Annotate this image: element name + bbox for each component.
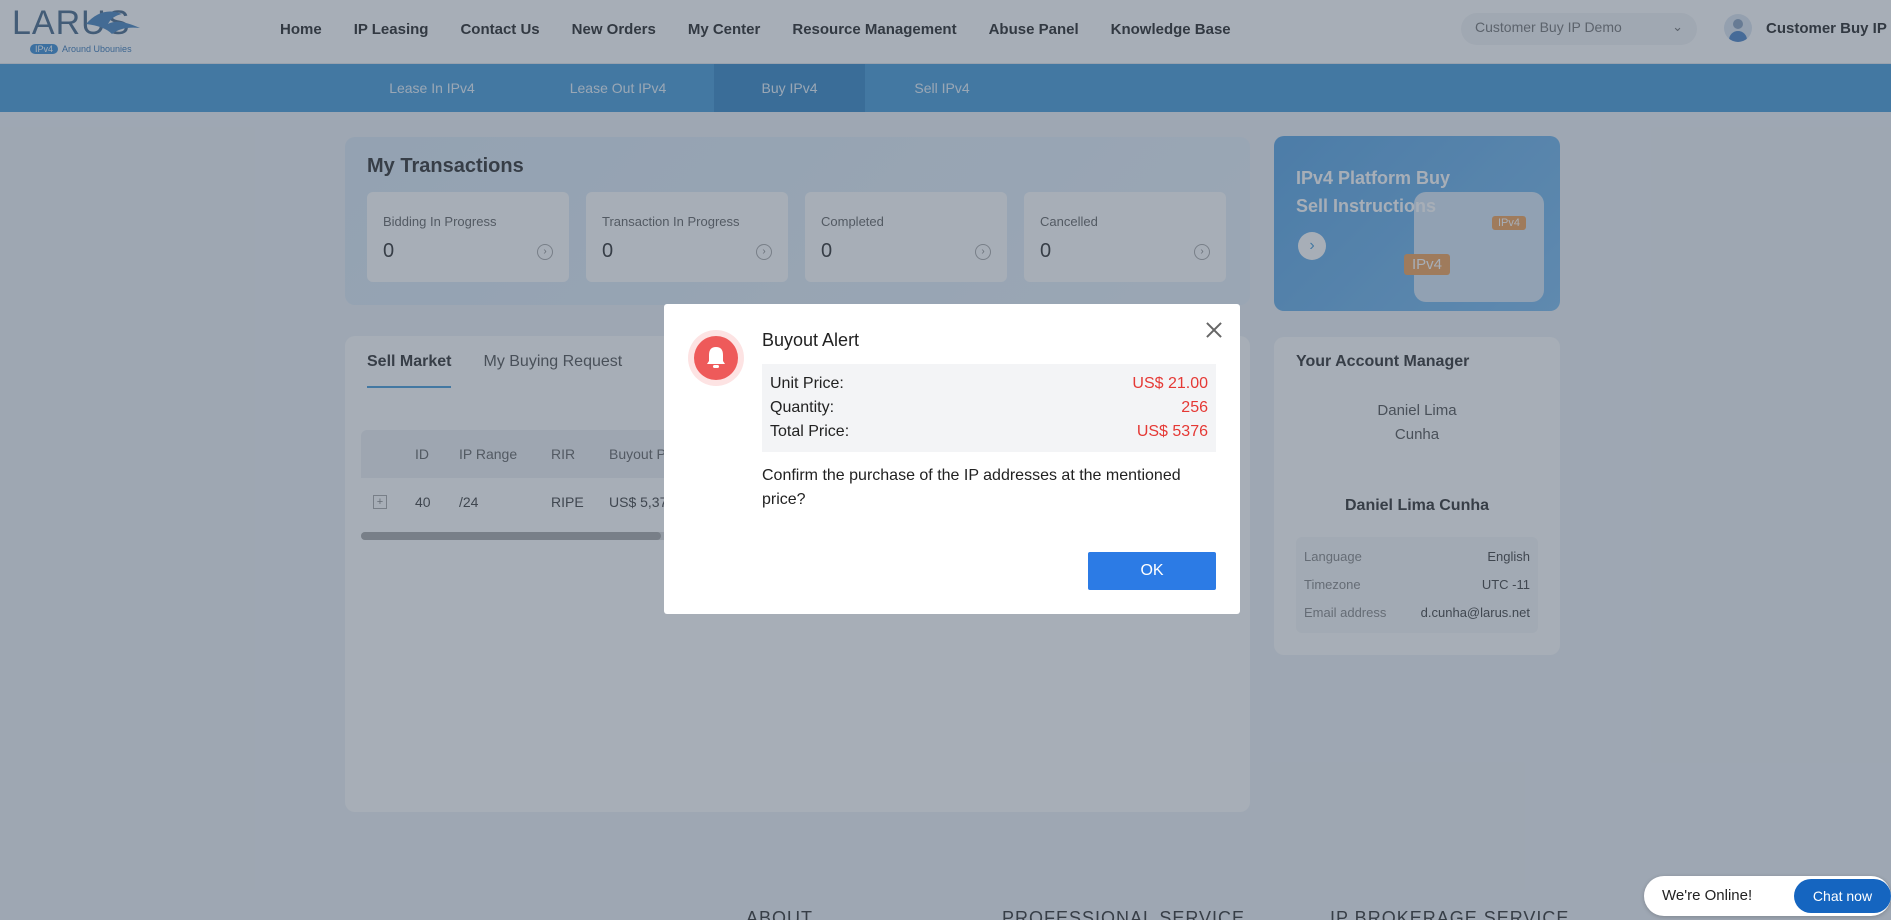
unit-price-label: Unit Price: — [770, 375, 844, 392]
buyout-alert-dialog: Buyout Alert Unit Price: US$ 21.00 Quant… — [664, 304, 1240, 614]
total-price-label: Total Price: — [770, 423, 850, 440]
chat-widget: We're Online! Chat now — [1644, 876, 1891, 916]
ok-button[interactable]: OK — [1088, 552, 1216, 590]
bell-icon — [688, 330, 744, 386]
chat-now-button[interactable]: Chat now — [1794, 879, 1891, 913]
unit-price-row: Unit Price: US$ 21.00 — [770, 372, 1208, 396]
unit-price-value: US$ 21.00 — [1132, 375, 1208, 392]
quantity-row: Quantity: 256 — [770, 396, 1208, 420]
quantity-label: Quantity: — [770, 399, 835, 416]
total-price-row: Total Price: US$ 5376 — [770, 420, 1208, 444]
dialog-title: Buyout Alert — [762, 330, 860, 350]
quantity-value: 256 — [1181, 399, 1208, 416]
confirm-message: Confirm the purchase of the IP addresses… — [762, 467, 1181, 508]
close-icon[interactable] — [1202, 318, 1226, 342]
price-summary: Unit Price: US$ 21.00 Quantity: 256 Tota… — [762, 364, 1216, 452]
chat-status: We're Online! — [1662, 887, 1753, 904]
total-price-value: US$ 5376 — [1136, 423, 1208, 440]
